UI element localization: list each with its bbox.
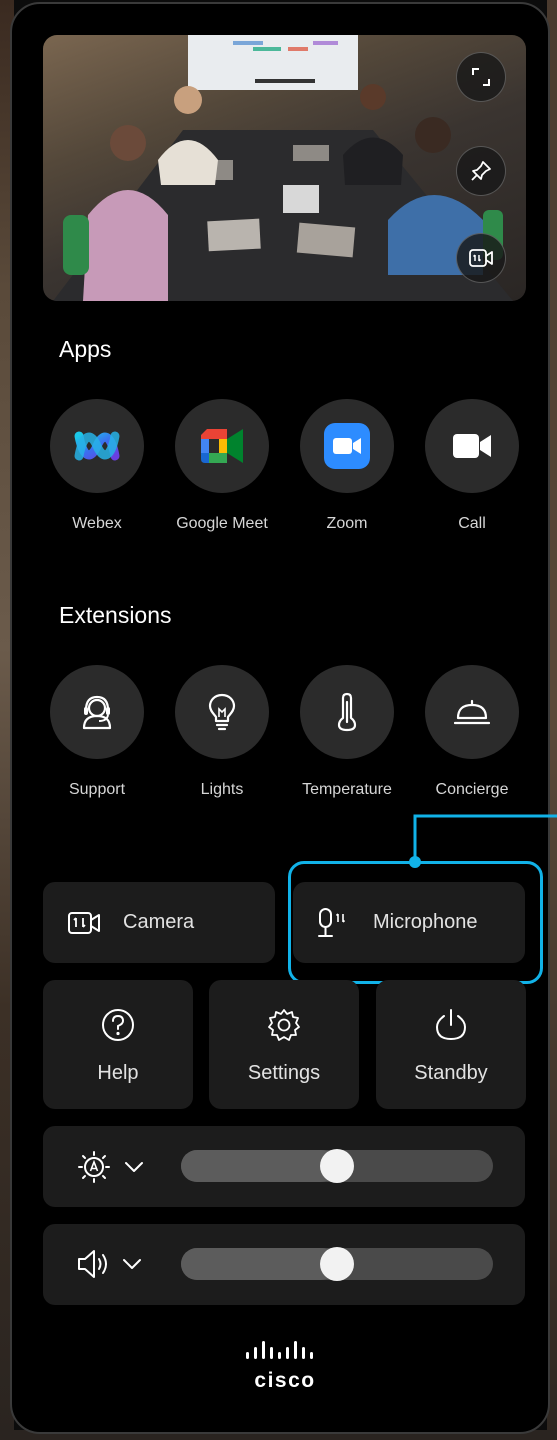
gear-icon <box>268 1009 300 1041</box>
camera-switch-button[interactable] <box>456 233 506 283</box>
service-bell-icon <box>454 699 490 725</box>
webex-icon <box>74 431 120 461</box>
speaker-icon <box>78 1250 107 1278</box>
app-webex[interactable]: Webex <box>37 399 157 533</box>
support-button[interactable] <box>50 665 144 759</box>
webex-button[interactable] <box>50 399 144 493</box>
extension-concierge[interactable]: Concierge <box>412 665 532 799</box>
zoom-icon <box>324 423 370 469</box>
cisco-logo: cisco <box>243 1340 327 1393</box>
cisco-wordmark: cisco <box>254 1369 316 1392</box>
brightness-slider[interactable] <box>181 1149 493 1183</box>
volume-slider-thumb[interactable] <box>320 1247 354 1281</box>
google-meet-icon <box>201 429 243 463</box>
power-icon <box>435 1009 467 1041</box>
extension-label: Concierge <box>435 781 509 798</box>
app-call[interactable]: Call <box>412 399 532 533</box>
extensions-heading: Extensions <box>59 602 172 628</box>
google-meet-button[interactable] <box>175 399 269 493</box>
app-label: Call <box>458 515 486 532</box>
settings-label: Settings <box>247 1062 321 1084</box>
camera-switch-icon <box>469 249 493 267</box>
camera-preview[interactable] <box>43 35 526 301</box>
camera-label: Camera <box>123 911 195 933</box>
help-button[interactable]: Help <box>43 980 193 1109</box>
lightbulb-icon <box>208 693 236 731</box>
zoom-button[interactable] <box>300 399 394 493</box>
extension-label: Support <box>68 781 126 798</box>
call-video-icon <box>453 434 491 458</box>
camera-button[interactable]: Camera <box>43 882 275 963</box>
fullscreen-button[interactable] <box>456 52 506 102</box>
cisco-bars-icon <box>246 1341 313 1359</box>
app-label: Zoom <box>326 515 368 532</box>
expand-icon <box>472 68 490 86</box>
pin-icon <box>471 161 491 181</box>
extension-label: Temperature <box>302 781 392 798</box>
chevron-down-icon <box>123 1259 141 1269</box>
headset-icon <box>82 695 112 730</box>
concierge-button[interactable] <box>425 665 519 759</box>
help-icon <box>102 1009 134 1041</box>
chevron-down-icon <box>125 1162 143 1172</box>
app-label: Google Meet <box>176 515 268 532</box>
standby-label: Standby <box>414 1062 488 1084</box>
brightness-menu[interactable] <box>76 1150 144 1184</box>
settings-button[interactable]: Settings <box>209 980 359 1109</box>
volume-slider-fill <box>181 1248 337 1280</box>
extension-support[interactable]: Support <box>37 665 157 799</box>
brightness-slider-thumb[interactable] <box>320 1149 354 1183</box>
camera-switch-icon <box>68 911 100 934</box>
app-label: Webex <box>72 515 122 532</box>
temperature-button[interactable] <box>300 665 394 759</box>
callout-connector <box>409 814 557 868</box>
meeting-room-scene <box>53 35 513 301</box>
apps-heading: Apps <box>59 336 112 362</box>
volume-menu[interactable] <box>76 1248 142 1280</box>
extension-temperature[interactable]: Temperature <box>287 665 407 799</box>
pin-button[interactable] <box>456 146 506 196</box>
thermometer-icon <box>337 692 357 732</box>
call-button[interactable] <box>425 399 519 493</box>
volume-control <box>43 1224 525 1305</box>
help-label: Help <box>97 1062 139 1084</box>
microphone-highlight <box>288 861 543 984</box>
standby-button[interactable]: Standby <box>376 980 526 1109</box>
app-google-meet[interactable]: Google Meet <box>162 399 282 533</box>
lights-button[interactable] <box>175 665 269 759</box>
brightness-control <box>43 1126 525 1207</box>
brightness-slider-fill <box>181 1150 337 1182</box>
extension-label: Lights <box>200 781 244 798</box>
auto-brightness-icon <box>78 1151 110 1183</box>
app-zoom[interactable]: Zoom <box>287 399 407 533</box>
volume-slider[interactable] <box>181 1247 493 1281</box>
extension-lights[interactable]: Lights <box>162 665 282 799</box>
